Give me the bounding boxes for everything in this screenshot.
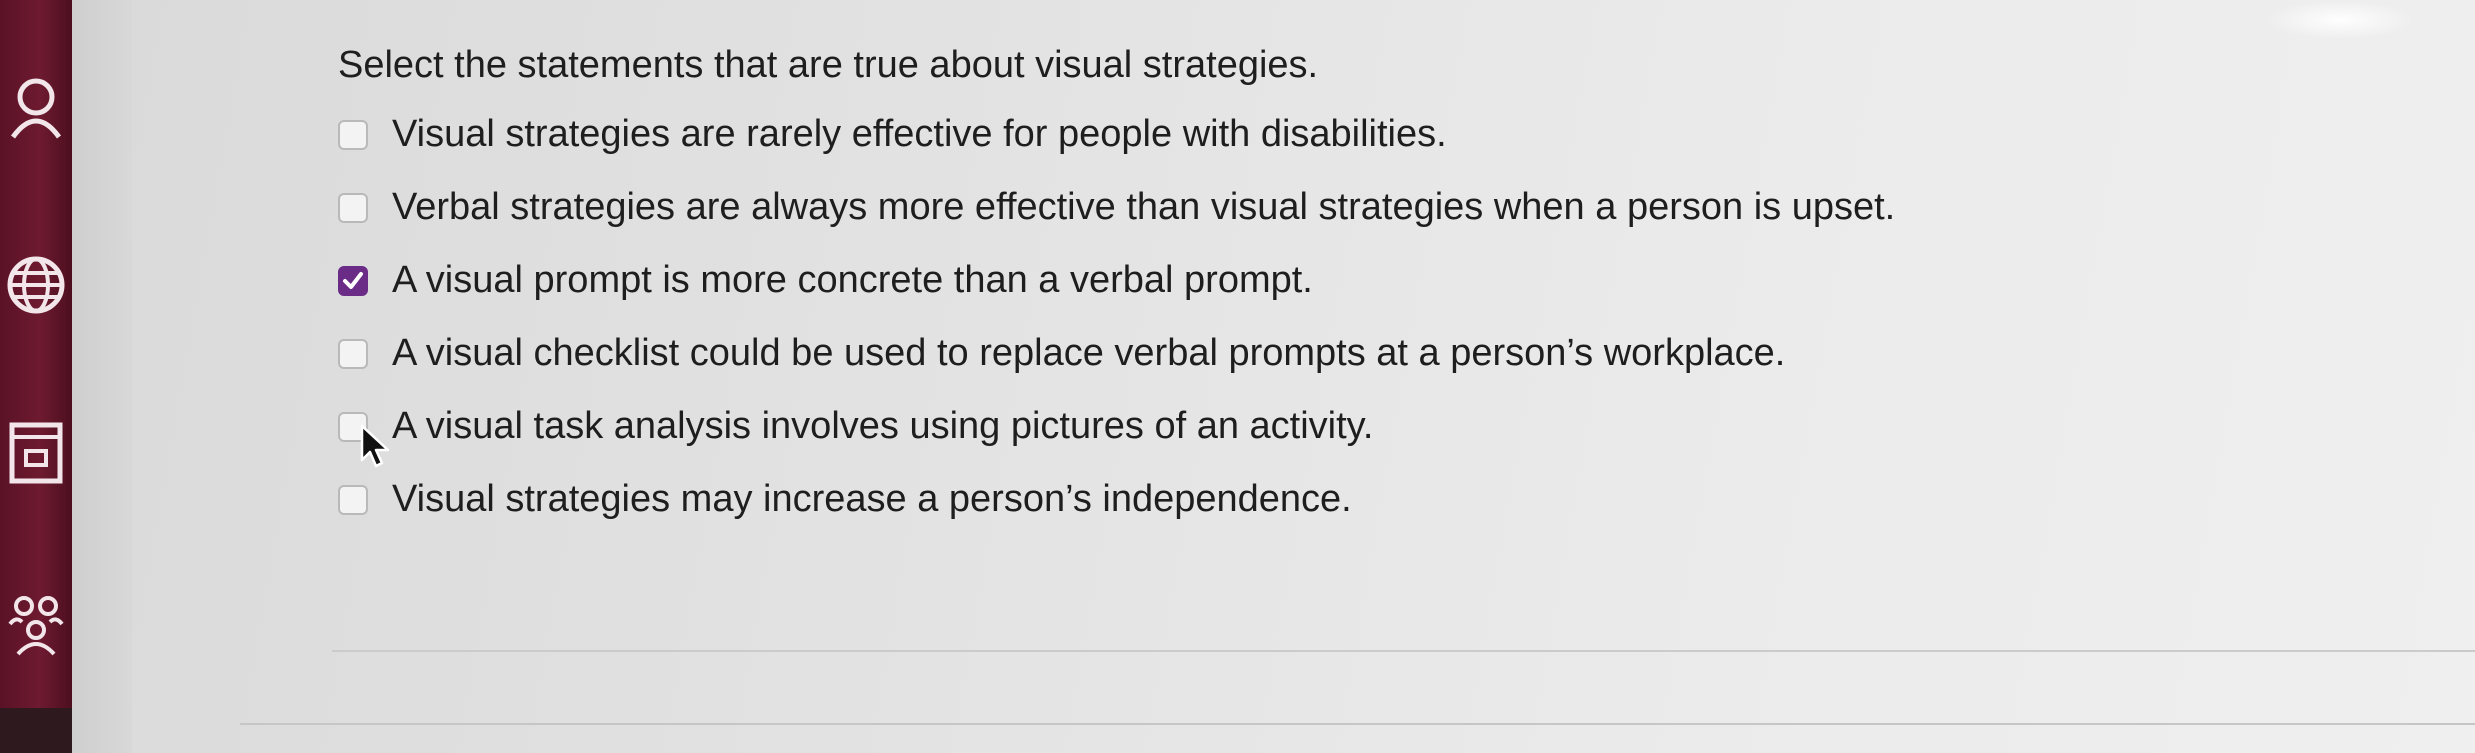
group-icon[interactable] [0, 580, 72, 670]
rail-footer [0, 708, 72, 753]
option-label[interactable]: Visual strategies are rarely effective f… [392, 113, 1447, 156]
checkmark-icon [343, 271, 363, 289]
option-item[interactable]: A visual checklist could be used to repl… [338, 317, 2338, 390]
option-checkbox[interactable] [338, 484, 368, 515]
option-item[interactable]: Visual strategies may increase a person’… [338, 463, 2338, 536]
option-checkbox[interactable] [338, 338, 368, 369]
screen-glare [2265, 0, 2415, 40]
option-item[interactable]: A visual task analysis involves using pi… [338, 390, 2338, 468]
option-checkbox-checked[interactable] [338, 265, 368, 296]
question-block: Select the statements that are true abou… [338, 40, 2338, 536]
option-label[interactable]: A visual prompt is more concrete than a … [392, 259, 1313, 302]
option-checkbox[interactable] [338, 119, 368, 150]
option-label[interactable]: A visual checklist could be used to repl… [392, 332, 1785, 375]
option-checkbox[interactable] [338, 411, 368, 442]
option-item[interactable]: Verbal strategies are always more effect… [338, 171, 2338, 244]
option-checkbox[interactable] [338, 192, 368, 223]
option-label[interactable]: Verbal strategies are always more effect… [392, 186, 1895, 229]
question-prompt: Select the statements that are true abou… [338, 44, 1319, 86]
option-label[interactable]: A visual task analysis involves using pi… [392, 405, 1373, 448]
option-label[interactable]: Visual strategies may increase a person’… [392, 478, 1352, 521]
divider [240, 723, 2475, 725]
divider [332, 650, 2475, 652]
option-item[interactable]: Visual strategies are rarely effective f… [338, 98, 2338, 171]
option-item[interactable]: A visual prompt is more concrete than a … [338, 244, 2338, 317]
document-icon[interactable] [0, 408, 72, 498]
globe-icon[interactable] [0, 240, 72, 330]
gutter [72, 0, 132, 753]
sidebar-rail [0, 0, 72, 753]
user-icon[interactable] [0, 63, 72, 153]
